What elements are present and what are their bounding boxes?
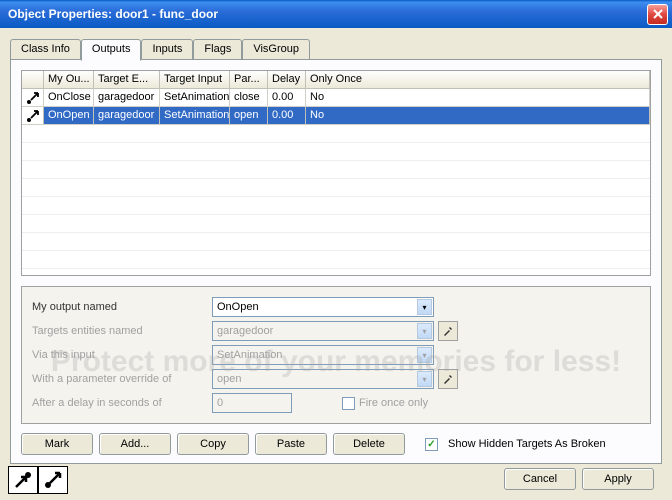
close-button[interactable] [647,4,668,25]
chevron-down-icon[interactable]: ▾ [417,347,432,363]
chevron-down-icon[interactable]: ▾ [417,371,432,387]
input-arrow-icon [13,470,33,490]
col-param[interactable]: Par... [230,71,268,89]
eyedropper-button-2[interactable] [438,369,458,389]
eyedropper-icon [442,325,454,337]
tab-visgroup[interactable]: VisGroup [242,39,310,60]
input-icon-button[interactable] [8,466,38,494]
label-my-output: My output named [32,301,212,313]
tab-outputs[interactable]: Outputs [81,39,142,61]
grid-header: My Ou... Target E... Target Input Par...… [22,71,650,89]
output-arrow-icon [22,107,44,125]
label-targets: Targets entities named [32,325,212,337]
tab-class-info[interactable]: Class Info [10,39,81,60]
output-icon-button[interactable] [38,466,68,494]
button-row: Mark Add... Copy Paste Delete Show Hidde… [21,433,651,455]
col-target-input[interactable]: Target Input [160,71,230,89]
eyedropper-icon [442,373,454,385]
label-fire-once: Fire once only [359,397,428,409]
label-via: Via this input [32,349,212,361]
col-delay[interactable]: Delay [268,71,306,89]
col-target[interactable]: Target E... [94,71,160,89]
cancel-button[interactable]: Cancel [504,468,576,490]
label-param: With a parameter override of [32,373,212,385]
outputs-grid[interactable]: My Ou... Target E... Target Input Par...… [21,70,651,276]
checkbox-show-hidden[interactable] [425,438,438,451]
dialog-body: Class Info Outputs Inputs Flags VisGroup… [0,28,672,500]
tab-flags[interactable]: Flags [193,39,242,60]
col-icon[interactable] [22,71,44,89]
table-row[interactable]: OnClosegaragedoorSetAnimationclose0.00No [22,89,650,107]
tab-inputs[interactable]: Inputs [141,39,193,60]
col-my-output[interactable]: My Ou... [44,71,94,89]
chevron-down-icon[interactable]: ▾ [417,299,432,315]
col-only-once[interactable]: Only Once [306,71,650,89]
input-param[interactable]: open ▾ [212,369,434,389]
tab-strip: Class Info Outputs Inputs Flags VisGroup [10,38,662,59]
dialog-buttons: Cancel Apply [504,468,654,490]
paste-button[interactable]: Paste [255,433,327,455]
tab-panel: My Ou... Target E... Target Input Par...… [10,59,662,464]
add-button[interactable]: Add... [99,433,171,455]
checkbox-fire-once[interactable] [342,397,355,410]
chevron-down-icon[interactable]: ▾ [417,323,432,339]
label-delay: After a delay in seconds of [32,397,212,409]
table-row[interactable]: OnOpengaragedoorSetAnimationopen0.00No [22,107,650,125]
close-icon [653,9,663,19]
mark-button[interactable]: Mark [21,433,93,455]
label-show-hidden: Show Hidden Targets As Broken [448,438,606,450]
eyedropper-button[interactable] [438,321,458,341]
io-toggle [8,466,68,494]
input-via[interactable]: SetAnimation ▾ [212,345,434,365]
delete-button[interactable]: Delete [333,433,405,455]
titlebar: Object Properties: door1 - func_door [0,0,672,28]
input-delay[interactable]: 0 [212,393,292,413]
output-arrow-icon [22,89,44,107]
input-targets[interactable]: garagedoor ▾ [212,321,434,341]
output-arrow-icon [43,470,63,490]
input-my-output[interactable]: OnOpen ▾ [212,297,434,317]
output-form: My output named OnOpen ▾ Targets entitie… [21,286,651,424]
window-title: Object Properties: door1 - func_door [8,7,647,21]
copy-button[interactable]: Copy [177,433,249,455]
apply-button[interactable]: Apply [582,468,654,490]
